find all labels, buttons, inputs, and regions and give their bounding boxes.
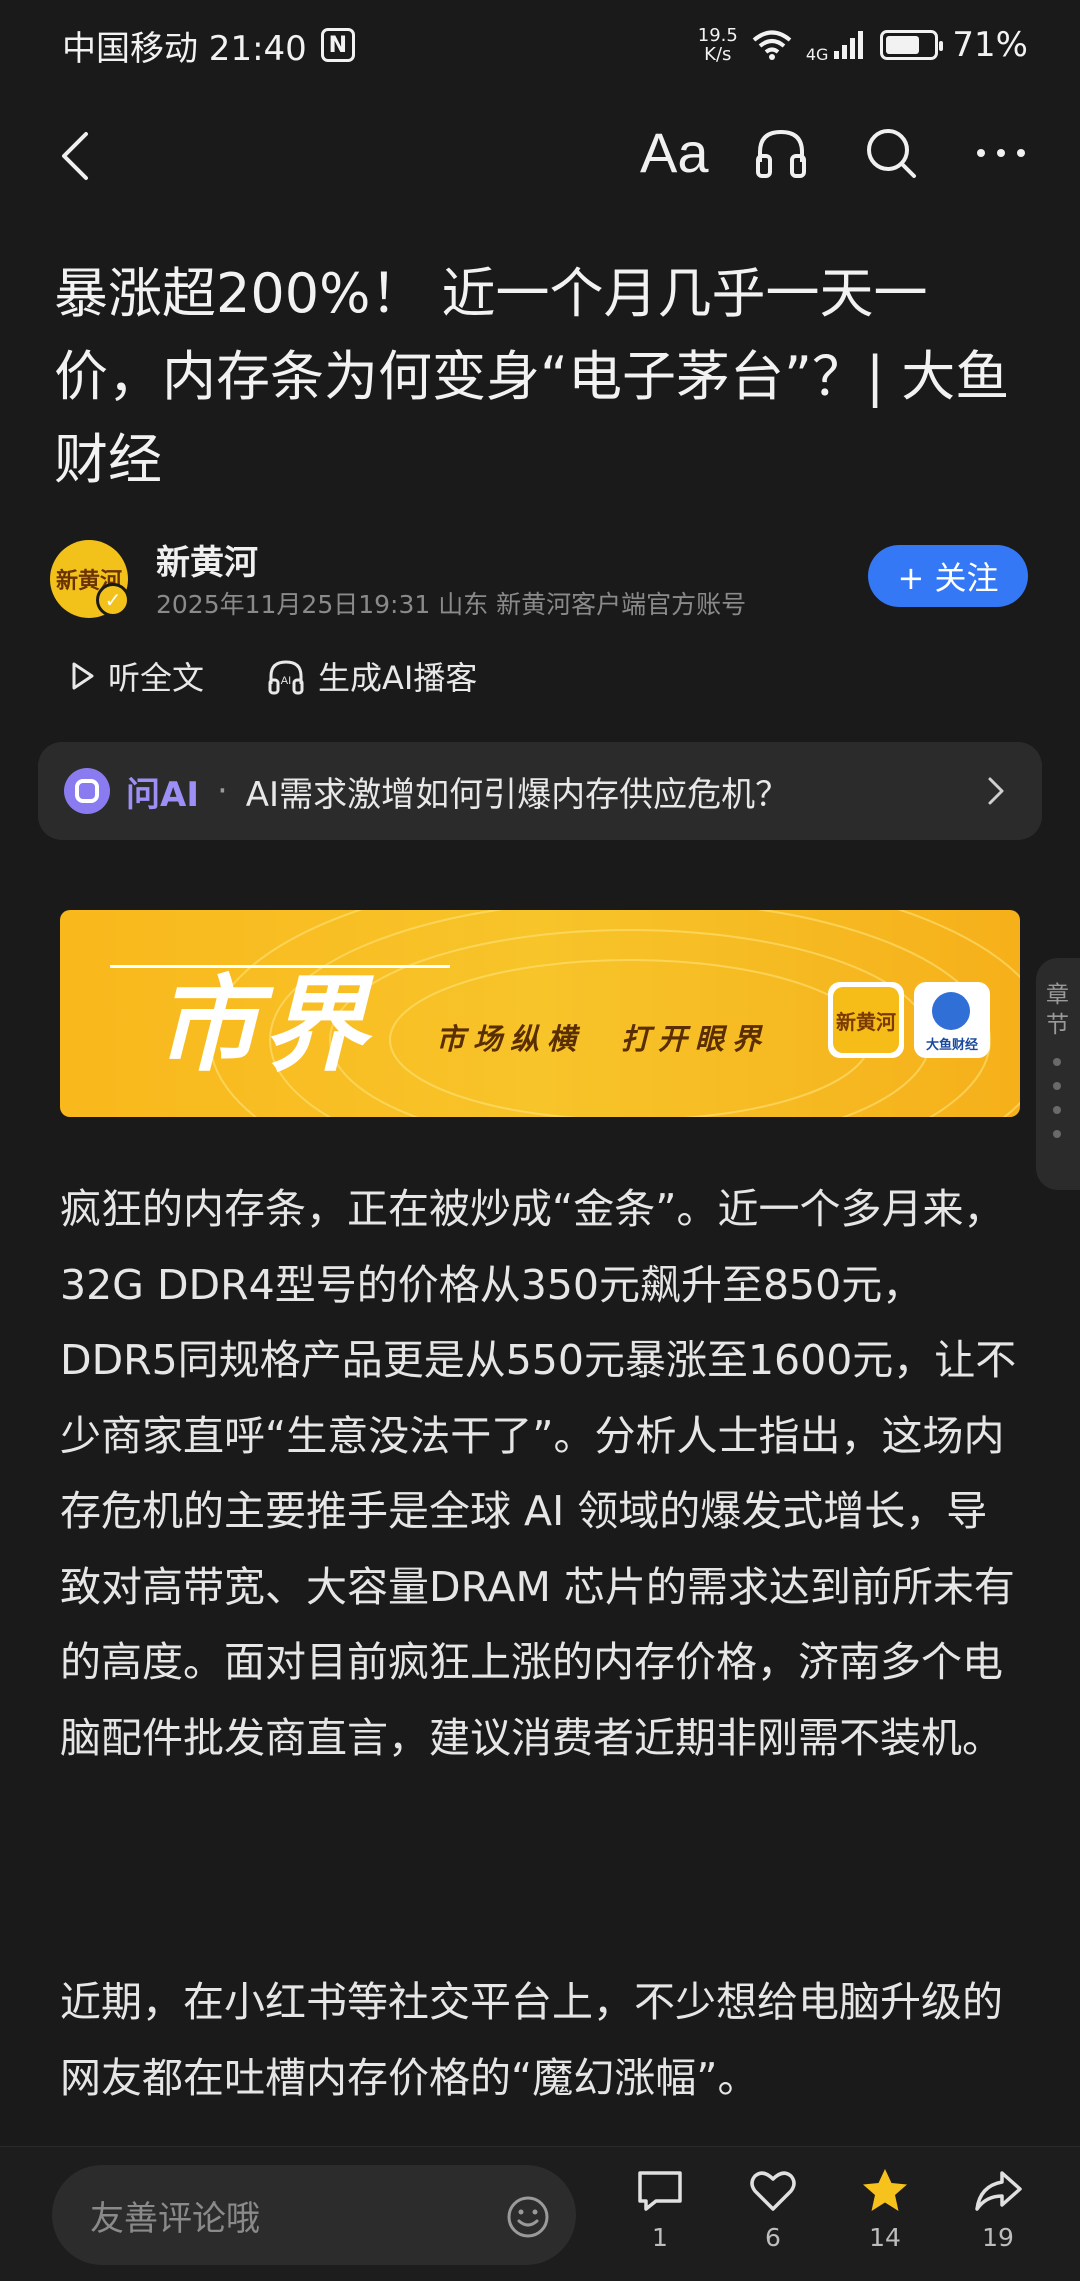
- play-icon: [72, 662, 94, 690]
- chapter-dots: [1053, 1058, 1063, 1154]
- verified-badge-icon: ✓: [96, 583, 130, 617]
- favorite-count: 14: [869, 2223, 901, 2252]
- comment-button[interactable]: 1: [620, 2165, 700, 2252]
- banner-slogan: 市场纵横 打开眼界: [436, 1022, 770, 1056]
- favorite-button[interactable]: 14: [845, 2165, 925, 2252]
- nfc-icon: N: [320, 28, 355, 62]
- battery-percent: 71%: [952, 25, 1028, 65]
- audio-actions: 听全文 AI 生成AI播客: [70, 648, 539, 704]
- ask-ai-label: 问AI: [126, 774, 199, 815]
- chevron-right-icon: [988, 777, 1004, 805]
- comment-input[interactable]: 友善评论哦: [52, 2165, 576, 2265]
- ai-podcast-label: 生成AI播客: [318, 659, 478, 697]
- comment-count: 1: [652, 2223, 668, 2252]
- like-button[interactable]: 6: [733, 2165, 813, 2252]
- banner-title: 市界: [155, 963, 372, 1086]
- dayu-caijing-logo: 大鱼财经: [914, 982, 990, 1058]
- comment-placeholder: 友善评论哦: [90, 2198, 260, 2239]
- network-speed-value: 19.5: [697, 25, 738, 46]
- signal-type: 4G: [805, 45, 829, 64]
- ai-tag: AI: [281, 675, 291, 687]
- ask-ai-bar[interactable]: 问AI · AI需求激增如何引爆内存供应危机？: [38, 742, 1042, 840]
- status-right: 19.5 K/s 4G 71%: [698, 25, 1028, 65]
- globe-icon: [932, 992, 970, 1030]
- ai-podcast-button[interactable]: AI 生成AI播客: [266, 653, 477, 699]
- article-title: 暴涨超200%！ 近一个月几乎一天一价，内存条为何变身“电子茅台”？| 大鱼财经: [54, 262, 1010, 491]
- author-row: 新黄河 ✓ 新黄河 2025年11月25日19:31 山东 新黄河客户端官方账号…: [50, 535, 1030, 625]
- status-bar: 中国移动 21:40 N 19.5 K/s 4G 71%: [0, 0, 1080, 90]
- ai-logo-icon: [64, 768, 110, 814]
- comment-icon: [638, 2171, 682, 2211]
- share-button[interactable]: 19: [958, 2165, 1038, 2252]
- share-count: 19: [982, 2223, 1014, 2252]
- chapter-nav-handle[interactable]: 章节: [1036, 958, 1080, 1190]
- publish-meta: 2025年11月25日19:31 山东 新黄河客户端官方账号: [156, 590, 747, 619]
- battery-icon: [880, 30, 944, 60]
- article-paragraph: 疯狂的内存条，正在被炒成“金条”。近一个多月来，32G DDR4型号的价格从35…: [60, 1185, 1017, 1762]
- more-icon[interactable]: [972, 124, 1030, 182]
- ask-ai-separator: ·: [216, 771, 228, 811]
- network-speed: 19.5 K/s: [698, 26, 738, 64]
- star-icon: [863, 2169, 907, 2211]
- ai-headphone-icon: AI: [268, 660, 304, 695]
- carrier-time: 中国移动 21:40: [62, 28, 307, 69]
- back-icon[interactable]: [50, 128, 106, 184]
- headphone-icon[interactable]: [752, 124, 810, 182]
- battery-fill: [886, 36, 920, 54]
- search-icon[interactable]: [862, 124, 920, 182]
- heart-icon: [750, 2171, 796, 2211]
- xinhuanghe-logo: 新黄河: [828, 982, 904, 1058]
- author-name[interactable]: 新黄河: [156, 535, 258, 584]
- status-left: 中国移动 21:40 N: [62, 21, 355, 70]
- dayu-caijing-logo-text: 大鱼财经: [925, 1038, 978, 1053]
- emoji-icon[interactable]: [506, 2195, 550, 2239]
- share-icon: [975, 2171, 1022, 2211]
- network-speed-unit: K/s: [704, 44, 732, 65]
- chapter-label: 章节: [1046, 982, 1069, 1038]
- article-banner-image: 市界 市场纵横 打开眼界 新黄河 大鱼财经: [60, 910, 1020, 1117]
- like-count: 6: [765, 2223, 781, 2252]
- top-bar: Aa: [0, 110, 1080, 200]
- bottom-action-bar: 友善评论哦 1 6 14 19: [0, 2146, 1080, 2281]
- wifi-icon: [752, 30, 792, 60]
- signal-bars-icon: [834, 31, 864, 59]
- listen-full-button[interactable]: 听全文: [70, 653, 204, 699]
- follow-button[interactable]: + 关注: [868, 545, 1028, 607]
- font-size-icon[interactable]: Aa: [640, 120, 709, 185]
- article-paragraph: 近期，在小红书等社交平台上，不少想给电脑升级的网友都在吐槽内存价格的“魔幻涨幅”…: [60, 1978, 1003, 2102]
- listen-full-label: 听全文: [108, 659, 205, 697]
- ask-ai-question: AI需求激增如何引爆内存供应危机？: [245, 774, 790, 815]
